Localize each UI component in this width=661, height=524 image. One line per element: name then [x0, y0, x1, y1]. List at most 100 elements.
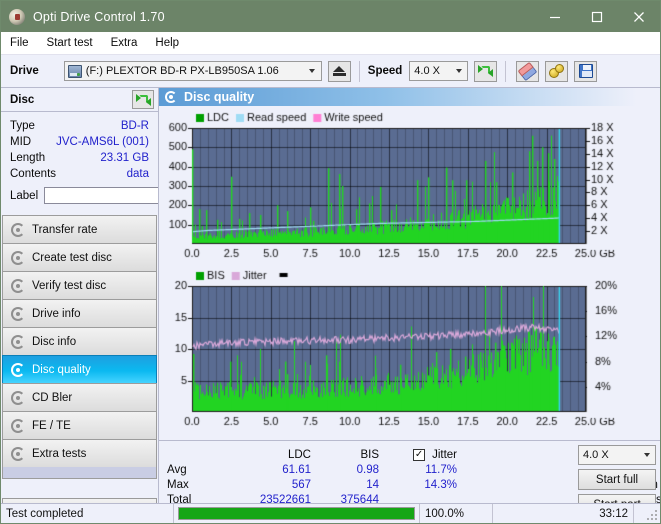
page-title: Disc quality — [184, 90, 254, 104]
chevron-down-icon — [304, 62, 321, 80]
disc-info-row-contents: Contents data — [1, 166, 158, 182]
stats-avg-bis: 0.98 — [311, 464, 379, 476]
disc-info-row-length: Length 23.31 GB — [1, 150, 158, 166]
stats-header-jitter-cell: ✓ Jitter — [379, 449, 457, 461]
progress-fill — [179, 508, 414, 519]
drive-select-value: (F:) PLEXTOR BD-R PX-LB950SA 1.06 — [86, 65, 279, 77]
test-speed-value: 4.0 X — [583, 449, 609, 461]
sidebar-item-label: Transfer rate — [32, 224, 97, 236]
disc-icon — [11, 335, 25, 349]
menu-bar: File Start test Extra Help — [1, 32, 660, 55]
refresh-icon — [136, 93, 151, 107]
erase-icon — [518, 61, 538, 80]
start-full-button[interactable]: Start full — [578, 469, 656, 490]
stats-table: LDC BIS ✓ Jitter Avg 61.61 0.98 11.7% — [167, 447, 457, 507]
disc-contents-label: Contents — [10, 168, 56, 180]
disc-info-row-type: Type BD-R — [1, 118, 158, 134]
sidebar: Disc Type BD-R MID JVC-AMS6L (001) Lengt… — [1, 88, 158, 522]
menu-item-start-test[interactable]: Start test — [47, 35, 102, 51]
stats-header-ldc: LDC — [229, 449, 311, 461]
sidebar-item-label: Verify test disc — [32, 280, 106, 292]
menu-item-extra[interactable]: Extra — [111, 35, 147, 51]
nav-filler — [2, 467, 157, 479]
disc-info-list: Type BD-R MID JVC-AMS6L (001) Length 23.… — [1, 112, 158, 210]
window-controls — [534, 1, 660, 32]
sidebar-item-transfer-rate[interactable]: Transfer rate — [2, 215, 157, 243]
drive-select[interactable]: (F:) PLEXTOR BD-R PX-LB950SA 1.06 — [64, 61, 322, 81]
test-speed-select[interactable]: 4.0 X — [578, 445, 656, 465]
sidebar-item-label: Extra tests — [32, 448, 86, 460]
refresh-button[interactable] — [474, 61, 497, 82]
sidebar-item-disc-quality[interactable]: Disc quality — [2, 355, 157, 383]
speed-select[interactable]: 4.0 X — [409, 61, 468, 81]
disc-label-row: Label — [1, 184, 158, 207]
disc-icon — [11, 279, 25, 293]
sidebar-item-label: Disc quality — [32, 364, 91, 376]
sidebar-item-drive-info[interactable]: Drive info — [2, 299, 157, 327]
speed-select-value: 4.0 X — [414, 65, 440, 77]
status-message: Test completed — [1, 504, 173, 524]
eject-button[interactable] — [328, 61, 351, 82]
disc-mid-value: JVC-AMS6L (001) — [56, 136, 149, 148]
toolbar-divider-1 — [359, 61, 360, 82]
disc-type-label: Type — [10, 120, 35, 132]
elapsed-time: 33:12 — [493, 504, 633, 524]
disc-mid-label: MID — [10, 136, 31, 148]
save-icon — [579, 64, 593, 78]
sidebar-item-label: CD Bler — [32, 392, 72, 404]
disc-icon — [11, 363, 25, 377]
disc-info-row-mid: MID JVC-AMS6L (001) — [1, 134, 158, 150]
erase-button[interactable] — [516, 61, 539, 82]
sidebar-item-create-test-disc[interactable]: Create test disc — [2, 243, 157, 271]
chevron-down-icon — [450, 62, 467, 80]
refresh-icon — [478, 64, 493, 78]
nav-list: Transfer rate Create test disc Verify te… — [1, 215, 158, 479]
progress-bar — [178, 507, 415, 520]
sidebar-item-label: FE / TE — [32, 420, 71, 432]
stats-max-bis: 14 — [311, 479, 379, 491]
sidebar-item-extra-tests[interactable]: Extra tests — [2, 439, 157, 467]
disc-icon — [11, 419, 25, 433]
jitter-checkbox[interactable]: ✓ — [413, 449, 425, 461]
content-area: Disc quality LDC BIS ✓ Jitter — [158, 88, 661, 522]
sidebar-item-verify-test-disc[interactable]: Verify test disc — [2, 271, 157, 299]
resize-grip-icon[interactable] — [645, 508, 657, 520]
close-icon[interactable] — [618, 1, 660, 32]
sidebar-item-label: Disc info — [32, 336, 76, 348]
disc-label-label: Label — [10, 190, 38, 202]
gear-icon — [549, 64, 564, 78]
speed-label: Speed — [368, 65, 403, 77]
sidebar-item-fe-te[interactable]: FE / TE — [2, 411, 157, 439]
disc-length-label: Length — [10, 152, 45, 164]
stats-row-label: Max — [167, 479, 229, 491]
app-window: Opti Drive Control 1.70 File Start test … — [0, 0, 661, 524]
sidebar-item-cd-bler[interactable]: CD Bler — [2, 383, 157, 411]
settings-button[interactable] — [545, 61, 568, 82]
stats-row-avg: Avg 61.61 0.98 11.7% — [167, 462, 457, 477]
disc-quality-charts — [159, 106, 661, 440]
sidebar-item-label: Create test disc — [32, 252, 112, 264]
window-title: Opti Drive Control 1.70 — [33, 10, 165, 24]
sidebar-item-label: Drive info — [32, 308, 81, 320]
drive-toolbar: Drive (F:) PLEXTOR BD-R PX-LB950SA 1.06 … — [1, 55, 660, 88]
stats-avg-jitter: 11.7% — [379, 464, 457, 476]
sidebar-item-disc-info[interactable]: Disc info — [2, 327, 157, 355]
drive-icon — [68, 65, 82, 78]
menu-item-file[interactable]: File — [10, 35, 38, 51]
disc-refresh-button[interactable] — [132, 90, 154, 109]
save-button[interactable] — [574, 61, 597, 82]
disc-icon — [165, 91, 177, 103]
eject-icon — [333, 66, 346, 76]
stats-avg-ldc: 61.61 — [229, 464, 311, 476]
status-bar: Test completed 100.0% 33:12 — [1, 503, 660, 523]
menu-item-help[interactable]: Help — [155, 35, 188, 51]
chevron-down-icon — [638, 446, 655, 464]
stats-header-bis: BIS — [311, 449, 379, 461]
disc-icon — [11, 307, 25, 321]
stats-row-max: Max 567 14 14.3% — [167, 477, 457, 492]
maximize-icon[interactable] — [576, 1, 618, 32]
disc-icon — [11, 251, 25, 265]
toolbar-divider-2 — [505, 61, 506, 82]
title-bar: Opti Drive Control 1.70 — [1, 1, 660, 32]
minimize-icon[interactable] — [534, 1, 576, 32]
